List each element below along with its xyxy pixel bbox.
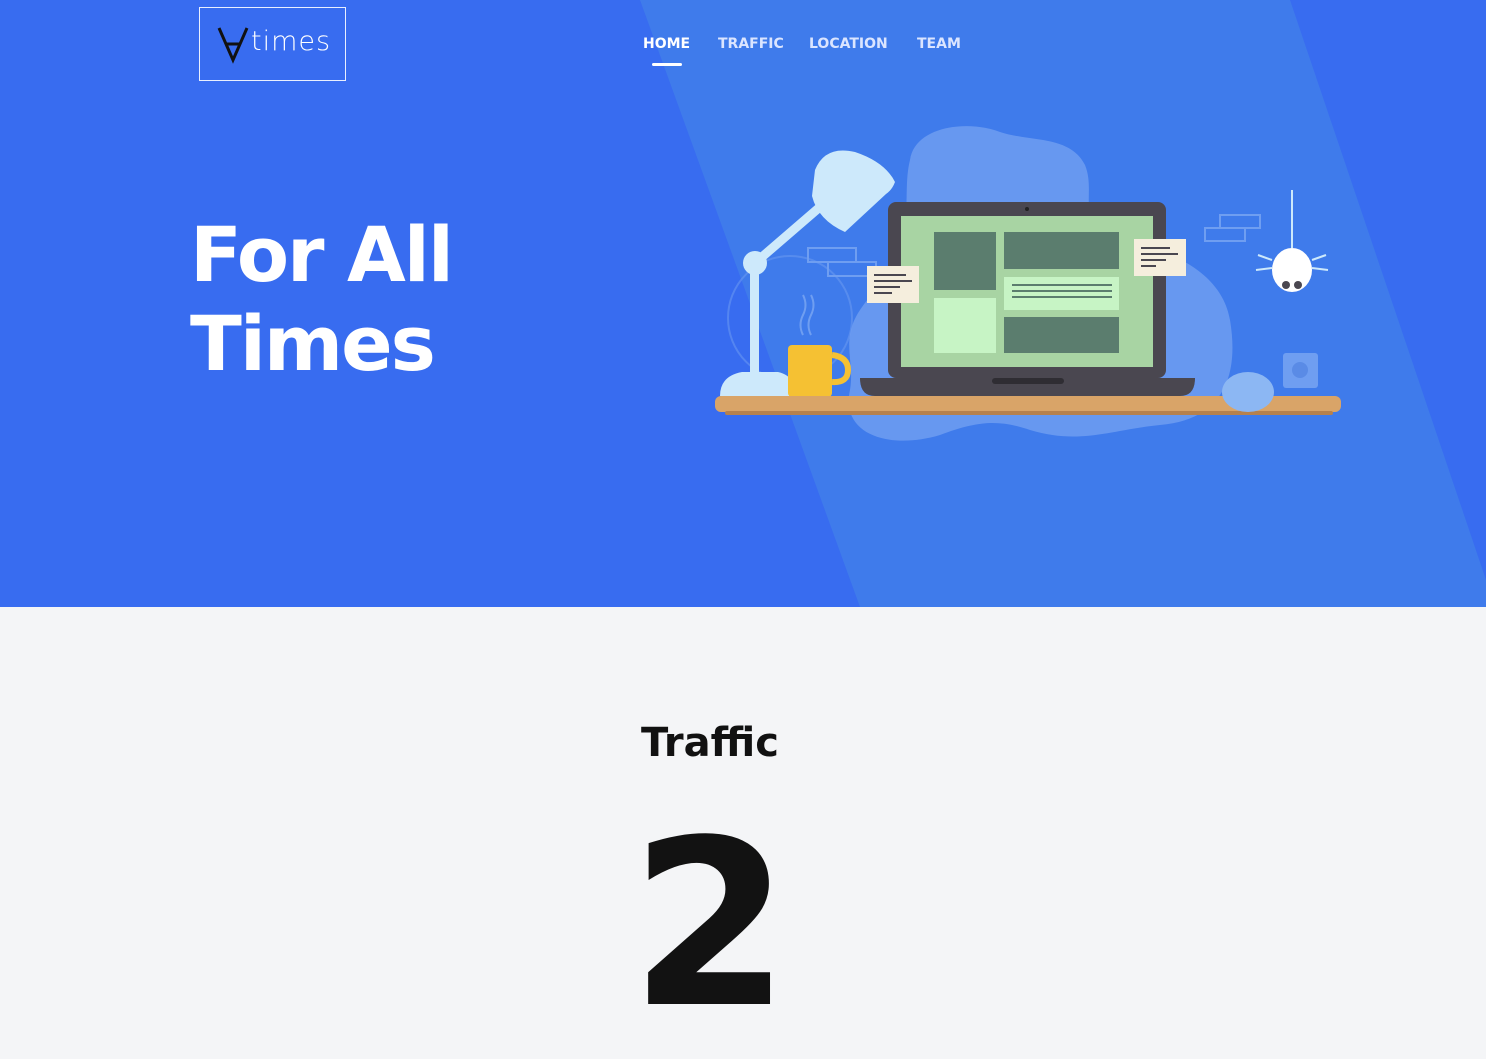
logo-text: times: [251, 26, 332, 57]
traffic-count: 2: [629, 792, 791, 1059]
hero-title-line-1: For All: [190, 210, 454, 299]
nav-home[interactable]: HOME: [643, 34, 690, 54]
nav-location[interactable]: LOCATION: [809, 34, 888, 54]
hero-title: For All Times: [190, 210, 610, 388]
logo[interactable]: times: [199, 7, 346, 81]
traffic-section-title: Traffic: [641, 720, 779, 766]
hero-title-line-2: Times: [190, 299, 436, 388]
nav-team[interactable]: TEAM: [917, 34, 961, 54]
hero-section: times HOME TRAFFIC LOCATION TEAM For All…: [0, 0, 1486, 607]
desk-laptop-illustration: [715, 126, 1341, 441]
nav-traffic[interactable]: TRAFFIC: [718, 34, 784, 54]
forall-icon: [217, 27, 249, 64]
nav-active-indicator: [652, 63, 682, 66]
